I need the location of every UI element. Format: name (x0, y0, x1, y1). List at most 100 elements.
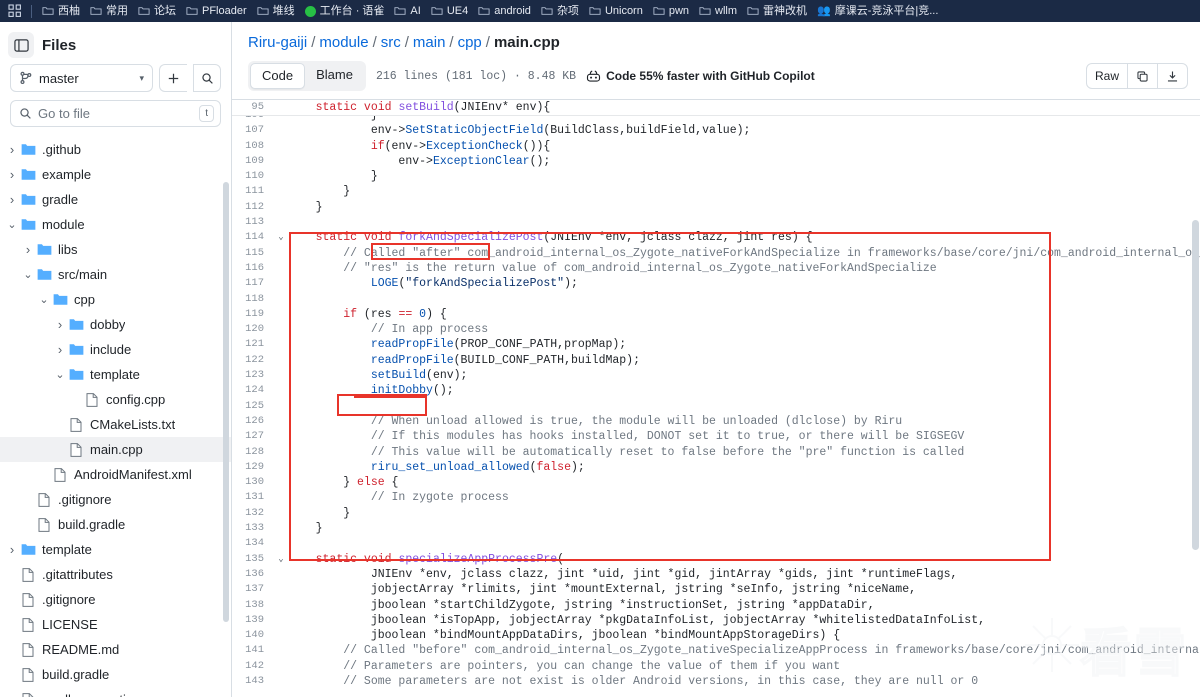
line-number[interactable]: 125 (232, 399, 274, 414)
line-number[interactable]: 119 (232, 307, 274, 322)
chevron-right-icon[interactable]: › (52, 342, 68, 357)
bookmark-item[interactable]: 雷神改机 (742, 3, 812, 19)
line-number[interactable]: 143 (232, 674, 274, 689)
tree-file-row[interactable]: CMakeLists.txt (0, 412, 231, 437)
bookmark-item[interactable]: 👥 摩课云-竞泳平台|竞... (812, 3, 943, 19)
tree-folder-row[interactable]: ⌄ cpp (0, 287, 231, 312)
bookmark-item[interactable]: pwn (648, 3, 694, 19)
tree-file-row[interactable]: build.gradle (0, 662, 231, 687)
tree-file-row[interactable]: build.gradle (0, 512, 231, 537)
line-number[interactable]: 112 (232, 200, 274, 215)
tree-folder-row[interactable]: › libs (0, 237, 231, 262)
breadcrumb-part[interactable]: cpp (458, 34, 482, 51)
tree-folder-row[interactable]: › example (0, 162, 231, 187)
code-viewer[interactable]: 105 (int)true;106 }107 env->SetStaticObj… (232, 100, 1200, 697)
tree-file-row[interactable]: .gitignore (0, 487, 231, 512)
tree-file-row[interactable]: .gitattributes (0, 562, 231, 587)
chevron-down-icon[interactable]: ⌄ (52, 368, 68, 381)
line-number[interactable]: 140 (232, 628, 274, 643)
line-number[interactable]: 117 (232, 276, 274, 291)
breadcrumb-part[interactable]: module (319, 34, 368, 51)
line-number[interactable]: 111 (232, 184, 274, 199)
chevron-down-icon[interactable]: ⌄ (4, 218, 20, 231)
go-to-file-input[interactable]: Go to file t (10, 100, 221, 128)
line-number[interactable]: 130 (232, 475, 274, 490)
apps-grid-icon[interactable] (4, 2, 26, 20)
bookmark-item[interactable]: 论坛 (133, 3, 181, 19)
fold-toggle-icon[interactable]: ⌄ (274, 552, 288, 567)
line-number[interactable]: 142 (232, 659, 274, 674)
tree-folder-row[interactable]: › .github (0, 137, 231, 162)
tree-folder-row[interactable]: ⌄ src/main (0, 262, 231, 287)
bookmark-item[interactable]: AI (389, 3, 425, 19)
copy-raw-button[interactable] (1127, 64, 1157, 88)
chevron-right-icon[interactable]: › (4, 142, 20, 157)
bookmark-item[interactable]: 常用 (85, 3, 133, 19)
line-number[interactable]: 134 (232, 536, 274, 551)
tree-file-row[interactable]: README.md (0, 637, 231, 662)
tree-folder-row[interactable]: ⌄ module (0, 212, 231, 237)
bookmark-item[interactable]: Unicorn (584, 3, 648, 19)
line-number[interactable]: 122 (232, 353, 274, 368)
line-number[interactable]: 131 (232, 490, 274, 505)
tree-file-row[interactable]: AndroidManifest.xml (0, 462, 231, 487)
breadcrumb-repo[interactable]: Riru-gaiji (248, 34, 307, 51)
line-number[interactable]: 139 (232, 613, 274, 628)
line-number[interactable]: 135 (232, 552, 274, 567)
line-number[interactable]: 129 (232, 460, 274, 475)
line-number[interactable]: 124 (232, 383, 274, 398)
line-number[interactable]: 123 (232, 368, 274, 383)
tree-file-row[interactable]: main.cpp (0, 437, 231, 463)
tree-file-row[interactable]: gradle.properties (0, 687, 231, 697)
line-number[interactable]: 138 (232, 598, 274, 613)
raw-button[interactable]: Raw (1087, 64, 1127, 88)
tree-file-row[interactable]: .gitignore (0, 587, 231, 612)
branch-selector[interactable]: master ▾ (10, 64, 153, 92)
bookmark-item[interactable]: 杂项 (536, 3, 584, 19)
code-scrollbar[interactable] (1192, 220, 1199, 550)
line-number[interactable]: 121 (232, 337, 274, 352)
tree-file-row[interactable]: LICENSE (0, 612, 231, 637)
download-button[interactable] (1157, 64, 1187, 88)
line-number[interactable]: 120 (232, 322, 274, 337)
line-number[interactable]: 137 (232, 582, 274, 597)
line-number[interactable]: 118 (232, 292, 274, 307)
tab-code[interactable]: Code (250, 63, 306, 89)
line-number[interactable]: 136 (232, 567, 274, 582)
bookmark-item[interactable]: PFloader (181, 3, 252, 19)
line-number[interactable]: 116 (232, 261, 274, 276)
line-number[interactable]: 109 (232, 154, 274, 169)
line-number[interactable]: 107 (232, 123, 274, 138)
tree-folder-row[interactable]: › template (0, 537, 231, 562)
chevron-down-icon[interactable]: ⌄ (20, 268, 36, 281)
line-number[interactable]: 115 (232, 246, 274, 261)
sidebar-search-button[interactable] (193, 64, 221, 92)
bookmark-item[interactable]: 西柚 (37, 3, 85, 19)
chevron-right-icon[interactable]: › (52, 317, 68, 332)
bookmark-item[interactable]: android (473, 3, 536, 19)
line-number[interactable]: 110 (232, 169, 274, 184)
chevron-right-icon[interactable]: › (4, 167, 20, 182)
line-number[interactable]: 133 (232, 521, 274, 536)
bookmark-item[interactable]: 工作台 · 语雀 (300, 3, 390, 19)
line-number[interactable]: 108 (232, 139, 274, 154)
tree-folder-row[interactable]: › dobby (0, 312, 231, 337)
sticky-fold-toggle[interactable] (274, 100, 288, 115)
chevron-right-icon[interactable]: › (4, 192, 20, 207)
line-number[interactable]: 126 (232, 414, 274, 429)
chevron-right-icon[interactable]: › (4, 542, 20, 557)
line-number[interactable]: 128 (232, 445, 274, 460)
breadcrumb-part[interactable]: main (413, 34, 446, 51)
line-number[interactable]: 132 (232, 506, 274, 521)
tree-folder-row[interactable]: ⌄ template (0, 362, 231, 387)
bookmark-item[interactable]: UE4 (426, 3, 473, 19)
breadcrumb-part[interactable]: src (381, 34, 401, 51)
copilot-promo[interactable]: Code 55% faster with GitHub Copilot (586, 69, 815, 84)
fold-toggle-icon[interactable]: ⌄ (274, 230, 288, 245)
add-file-button[interactable] (159, 64, 187, 92)
bookmark-item[interactable]: 堆线 (252, 3, 300, 19)
tab-blame[interactable]: Blame (305, 63, 364, 89)
sidebar-scrollbar[interactable] (223, 182, 229, 622)
line-number[interactable]: 127 (232, 429, 274, 444)
tree-file-row[interactable]: config.cpp (0, 387, 231, 412)
